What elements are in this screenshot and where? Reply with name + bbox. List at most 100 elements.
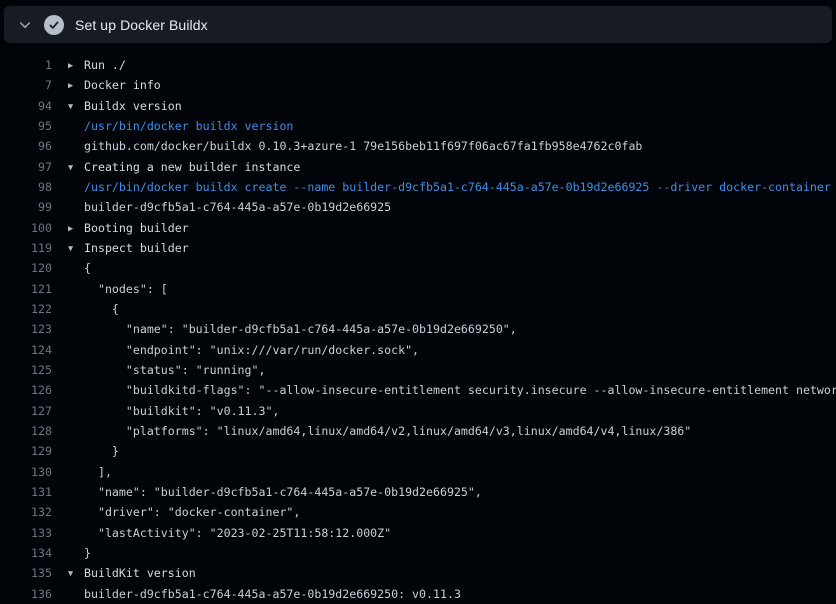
group-expanded-icon[interactable]: ▼ (68, 569, 80, 579)
log-output-text: "name": "builder-d9cfb5a1-c764-445a-a57e… (68, 485, 482, 499)
log-line: 130 ], (0, 462, 836, 482)
log-line: 122 { (0, 299, 836, 319)
log-group-label: Booting builder (84, 221, 189, 235)
line-number[interactable]: 136 (0, 587, 52, 601)
log-output-text: } (68, 546, 91, 560)
log-group-header[interactable]: ▼ Buildx version (68, 99, 182, 113)
log-output-text: "endpoint": "unix:///var/run/docker.sock… (68, 343, 419, 357)
log-group-header[interactable]: ▼ Inspect builder (68, 241, 189, 255)
log-line: 125 "status": "running", (0, 360, 836, 380)
group-collapsed-icon[interactable]: ▶ (68, 61, 80, 71)
log-command-text: /usr/bin/docker buildx create --name bui… (68, 180, 831, 194)
log-line: 95/usr/bin/docker buildx version (0, 116, 836, 136)
log-output-text: builder-d9cfb5a1-c764-445a-a57e-0b19d2e6… (68, 587, 461, 601)
step-header[interactable]: Set up Docker Buildx (4, 6, 832, 43)
log-group-header[interactable]: ▶ Run ./ (68, 58, 126, 72)
log-line: 99 builder-d9cfb5a1-c764-445a-a57e-0b19d2… (0, 197, 836, 217)
log-line: 98/usr/bin/docker buildx create --name b… (0, 177, 836, 197)
log-output-text: } (68, 444, 119, 458)
line-number[interactable]: 135 (0, 566, 52, 580)
log-line: 119 ▼ Inspect builder (0, 238, 836, 258)
log-line: 123 "name": "builder-d9cfb5a1-c764-445a-… (0, 319, 836, 339)
workflow-step-log-panel: Set up Docker Buildx 1 ▶ Run ./ 7 ▶ Docker in… (0, 6, 836, 604)
line-number[interactable]: 95 (0, 119, 52, 133)
line-number[interactable]: 125 (0, 363, 52, 377)
line-number[interactable]: 129 (0, 444, 52, 458)
line-number[interactable]: 133 (0, 526, 52, 540)
log-output-text: "nodes": [ (68, 282, 168, 296)
log-line: 133 "lastActivity": "2023-02-25T11:58:12… (0, 523, 836, 543)
group-collapsed-icon[interactable]: ▶ (68, 224, 80, 234)
line-number[interactable]: 132 (0, 505, 52, 519)
line-number[interactable]: 120 (0, 261, 52, 275)
log-line: 132 "driver": "docker-container", (0, 502, 836, 522)
group-collapsed-icon[interactable]: ▶ (68, 81, 80, 91)
log-line: 7 ▶ Docker info (0, 75, 836, 95)
group-expanded-icon[interactable]: ▼ (68, 102, 80, 112)
line-number[interactable]: 128 (0, 424, 52, 438)
log-line: 129 } (0, 441, 836, 461)
log-output-text: builder-d9cfb5a1-c764-445a-a57e-0b19d2e6… (68, 200, 391, 214)
log-line: 1 ▶ Run ./ (0, 55, 836, 75)
line-number[interactable]: 7 (0, 78, 52, 92)
chevron-down-icon[interactable] (17, 17, 33, 33)
log-output-text: "lastActivity": "2023-02-25T11:58:12.000… (68, 526, 391, 540)
log-lines-container: 1 ▶ Run ./ 7 ▶ Docker info 94 ▼ Buildx version 95… (0, 43, 836, 604)
line-number[interactable]: 124 (0, 343, 52, 357)
line-number[interactable]: 123 (0, 322, 52, 336)
line-number[interactable]: 96 (0, 139, 52, 153)
line-number[interactable]: 100 (0, 221, 52, 235)
group-expanded-icon[interactable]: ▼ (68, 244, 80, 254)
line-number[interactable]: 127 (0, 404, 52, 418)
log-group-header[interactable]: ▼ Creating a new builder instance (68, 160, 300, 174)
log-line: 128 "platforms": "linux/amd64,linux/amd6… (0, 421, 836, 441)
log-group-label: Inspect builder (84, 241, 189, 255)
line-number[interactable]: 1 (0, 58, 52, 72)
log-group-label: Buildx version (84, 99, 182, 113)
log-line: 96 github.com/docker/buildx 0.10.3+azure-… (0, 136, 836, 156)
log-group-header[interactable]: ▶ Booting builder (68, 221, 189, 235)
log-line: 120 { (0, 258, 836, 278)
log-group-header[interactable]: ▼ BuildKit version (68, 566, 196, 580)
log-command-text: /usr/bin/docker buildx version (68, 119, 293, 133)
log-line: 94 ▼ Buildx version (0, 96, 836, 116)
log-line: 136 builder-d9cfb5a1-c764-445a-a57e-0b19d… (0, 584, 836, 604)
line-number[interactable]: 130 (0, 465, 52, 479)
group-expanded-icon[interactable]: ▼ (68, 163, 80, 173)
log-output-text: "platforms": "linux/amd64,linux/amd64/v2… (68, 424, 691, 438)
log-line: 131 "name": "builder-d9cfb5a1-c764-445a-… (0, 482, 836, 502)
log-output-text: github.com/docker/buildx 0.10.3+azure-1 … (68, 139, 642, 153)
line-number[interactable]: 99 (0, 200, 52, 214)
log-group-label: Run ./ (84, 58, 126, 72)
log-line: 100 ▶ Booting builder (0, 218, 836, 238)
log-output-text: ], (68, 465, 112, 479)
step-title: Set up Docker Buildx (75, 17, 208, 33)
log-line: 135 ▼ BuildKit version (0, 563, 836, 583)
line-number[interactable]: 119 (0, 241, 52, 255)
line-number[interactable]: 122 (0, 302, 52, 316)
line-number[interactable]: 131 (0, 485, 52, 499)
log-output-text: { (68, 302, 119, 316)
line-number[interactable]: 126 (0, 383, 52, 397)
check-circle-icon (44, 15, 64, 35)
log-line: 127 "buildkit": "v0.11.3", (0, 401, 836, 421)
log-group-header[interactable]: ▶ Docker info (68, 78, 161, 92)
log-line: 121 "nodes": [ (0, 279, 836, 299)
log-output-text: "buildkitd-flags": "--allow-insecure-ent… (68, 383, 836, 397)
line-number[interactable]: 94 (0, 99, 52, 113)
log-line: 126 "buildkitd-flags": "--allow-insecure… (0, 380, 836, 400)
log-line: 134} (0, 543, 836, 563)
log-group-label: Docker info (84, 78, 161, 92)
log-group-label: BuildKit version (84, 566, 196, 580)
log-output-text: "driver": "docker-container", (68, 505, 300, 519)
log-line: 97 ▼ Creating a new builder instance (0, 157, 836, 177)
line-number[interactable]: 98 (0, 180, 52, 194)
log-output-text: "buildkit": "v0.11.3", (68, 404, 279, 418)
log-line: 124 "endpoint": "unix:///var/run/docker.… (0, 340, 836, 360)
line-number[interactable]: 121 (0, 282, 52, 296)
line-number[interactable]: 97 (0, 160, 52, 174)
line-number[interactable]: 134 (0, 546, 52, 560)
log-output-text: { (68, 261, 91, 275)
log-output-text: "name": "builder-d9cfb5a1-c764-445a-a57e… (68, 322, 517, 336)
log-group-label: Creating a new builder instance (84, 160, 300, 174)
